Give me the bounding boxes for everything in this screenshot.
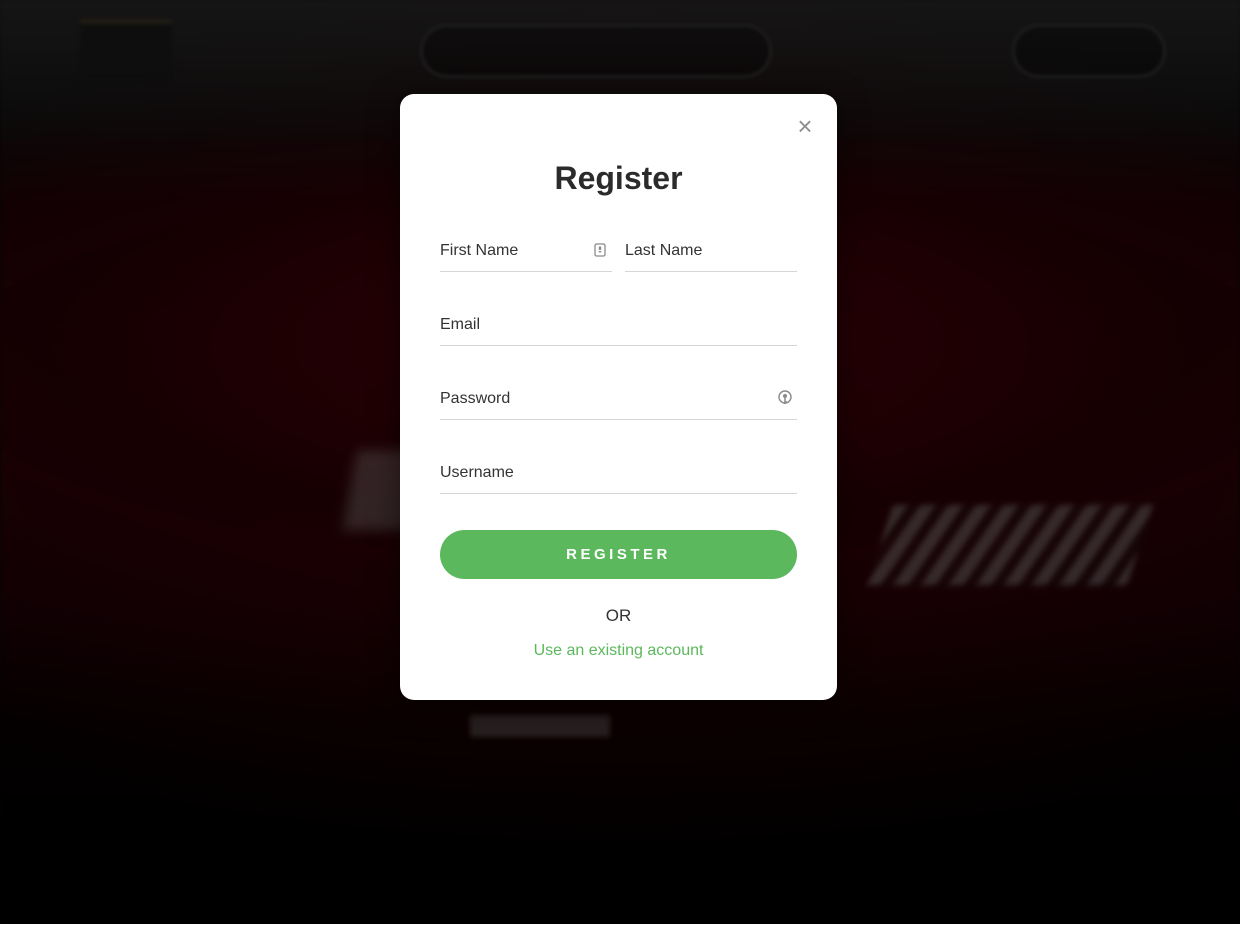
first-name-field [440, 232, 612, 272]
password-input[interactable] [440, 380, 797, 418]
contact-card-icon [592, 242, 608, 258]
last-name-input[interactable] [625, 232, 797, 270]
register-button[interactable]: REGISTER [440, 530, 797, 579]
modal-title: Register [554, 160, 683, 196]
last-name-field [625, 232, 797, 272]
use-existing-account-link[interactable]: Use an existing account [400, 642, 837, 660]
email-input[interactable] [440, 306, 797, 344]
close-icon[interactable]: × [793, 113, 817, 139]
username-field [440, 454, 797, 494]
username-input[interactable] [440, 454, 797, 492]
first-name-input[interactable] [440, 232, 612, 270]
or-divider-text: OR [605, 606, 632, 625]
password-key-icon[interactable] [777, 390, 793, 406]
email-field [440, 306, 797, 346]
register-modal: × Register First Name Last Name Email Us… [400, 94, 837, 700]
page: × Register First Name Last Name Email Us… [0, 0, 1240, 925]
password-field [440, 380, 797, 420]
